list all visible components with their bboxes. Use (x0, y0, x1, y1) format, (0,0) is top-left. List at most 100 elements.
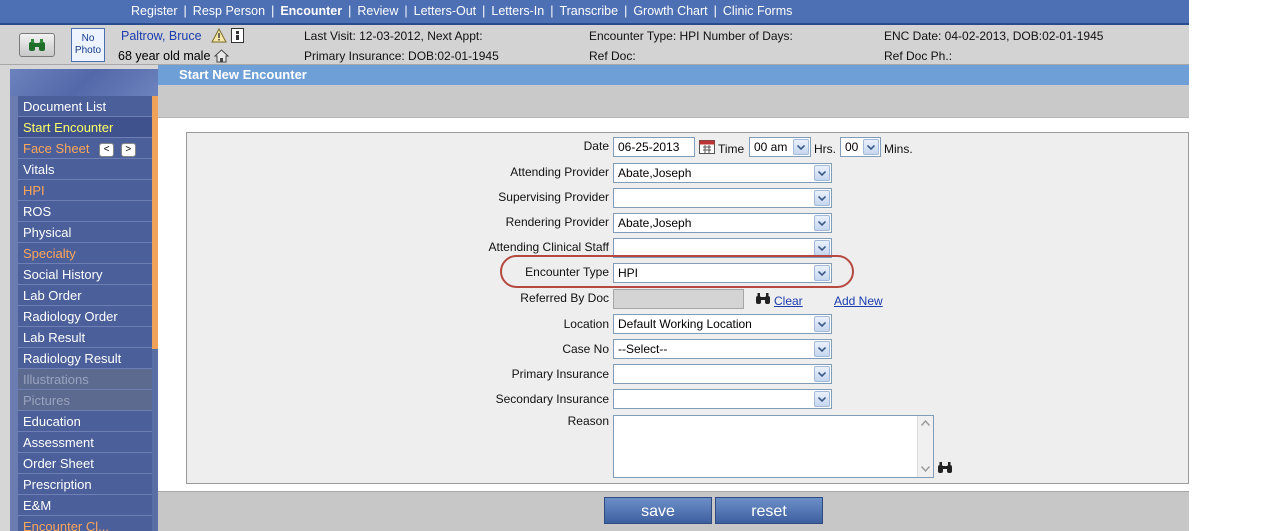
sidebar-item-illustrations: Illustrations (18, 369, 152, 390)
page-title: Start New Encounter (158, 65, 1189, 85)
supervising-provider-select[interactable] (613, 188, 832, 208)
page: Register | Resp Person | Encounter | Review… (0, 0, 1279, 531)
encounter-type-select[interactable]: HPI (613, 263, 832, 283)
reason-textarea[interactable] (613, 415, 934, 478)
patient-name-icons (211, 28, 244, 43)
nav-register[interactable]: Register (131, 4, 178, 18)
chevron-down-icon (814, 190, 830, 206)
nav-letters-in[interactable]: Letters-In (491, 4, 544, 18)
patient-name[interactable]: Paltrow, Bruce (121, 29, 202, 43)
chevron-down-icon (863, 139, 879, 155)
face-sheet-next-button[interactable]: > (120, 142, 136, 157)
hrs-label: Hrs. (814, 142, 836, 156)
case-no-select[interactable]: --Select-- (613, 339, 832, 359)
nav-clinic-forms[interactable]: Clinic Forms (723, 4, 792, 18)
right-blank-area (1189, 0, 1279, 531)
scroll-down-icon[interactable] (921, 466, 930, 472)
location-value: Default Working Location (618, 317, 752, 331)
case-no-label: Case No (562, 342, 609, 356)
nav-resp-person[interactable]: Resp Person (193, 4, 265, 18)
enc-date-text: ENC Date: 04-02-2013, DOB:02-01-1945 (884, 29, 1104, 43)
chevron-down-icon (793, 139, 809, 155)
calendar-icon[interactable] (699, 139, 715, 154)
hours-select-value: 00 am (754, 140, 788, 154)
attending-provider-select[interactable]: Abate,Joseph (613, 163, 832, 183)
chevron-down-icon (814, 391, 830, 407)
attending-staff-label: Attending Clinical Staff (488, 240, 609, 254)
referred-by-field[interactable] (613, 289, 744, 309)
encounter-type-value: HPI (618, 266, 639, 280)
chevron-down-icon (814, 366, 830, 382)
encounter-type-label: Encounter Type (525, 265, 609, 279)
save-button[interactable]: save (604, 497, 712, 524)
sidebar-item-assessment[interactable]: Assessment (18, 432, 152, 453)
sidebar-item-order-sheet[interactable]: Order Sheet (18, 453, 152, 474)
clear-link[interactable]: Clear (774, 294, 803, 308)
time-label: Time (718, 142, 745, 156)
sidebar-item-ros[interactable]: ROS (18, 201, 152, 222)
patient-search-button[interactable] (19, 33, 55, 57)
face-sheet-prev-button[interactable]: < (99, 142, 115, 157)
reset-button[interactable]: reset (715, 497, 823, 524)
date-field[interactable]: 06-25-2013 (613, 137, 695, 157)
sidebar-menu: Document List Start Encounter Face Sheet… (18, 96, 152, 531)
sidebar-item-lab-order[interactable]: Lab Order (18, 285, 152, 306)
last-visit-text: Last Visit: 12-03-2012, Next Appt: (304, 29, 483, 43)
mins-label: Mins. (884, 142, 913, 156)
rendering-provider-label: Rendering Provider (505, 215, 609, 229)
sidebar-item-em[interactable]: E&M (18, 495, 152, 516)
location-label: Location (563, 317, 609, 331)
case-no-value: --Select-- (618, 342, 668, 356)
reason-scrollbar[interactable] (917, 416, 933, 477)
scroll-up-icon[interactable] (921, 420, 930, 426)
sidebar-item-face-sheet[interactable]: Face Sheet < > (18, 138, 152, 159)
sidebar-item-education[interactable]: Education (18, 411, 152, 432)
chevron-down-icon (814, 165, 830, 181)
sidebar-item-start-encounter[interactable]: Start Encounter (18, 117, 152, 138)
chevron-down-icon (814, 240, 830, 256)
nav-growth-chart[interactable]: Growth Chart (633, 4, 707, 18)
home-icon[interactable] (214, 49, 229, 63)
alert-triangle-icon[interactable] (211, 28, 227, 43)
nav-encounter[interactable]: Encounter (280, 4, 342, 18)
ref-doc-text: Ref Doc: (589, 49, 636, 63)
binoculars-icon[interactable] (937, 461, 953, 474)
binoculars-icon[interactable] (755, 292, 771, 305)
sidebar-item-encounter-close[interactable]: Encounter Cl... (18, 516, 152, 531)
info-card-icon[interactable] (231, 28, 244, 43)
primary-insurance-text: Primary Insurance: DOB:02-01-1945 (304, 49, 499, 63)
hours-select[interactable]: 00 am (749, 137, 811, 157)
nav-review[interactable]: Review (357, 4, 398, 18)
sidebar-header-decoration (10, 69, 158, 96)
sidebar-item-social-history[interactable]: Social History (18, 264, 152, 285)
sidebar-item-hpi[interactable]: HPI (18, 180, 152, 201)
add-new-link[interactable]: Add New (834, 294, 883, 308)
sidebar-item-physical[interactable]: Physical (18, 222, 152, 243)
left-sidebar: Document List Start Encounter Face Sheet… (10, 69, 158, 531)
nav-letters-out[interactable]: Letters-Out (414, 4, 477, 18)
primary-insurance-select[interactable] (613, 364, 832, 384)
sidebar-item-vitals[interactable]: Vitals (18, 159, 152, 180)
binoculars-icon (29, 39, 45, 51)
rendering-provider-select[interactable]: Abate,Joseph (613, 213, 832, 233)
sidebar-item-radiology-result[interactable]: Radiology Result (18, 348, 152, 369)
face-sheet-label: Face Sheet (23, 141, 90, 156)
secondary-insurance-select[interactable] (613, 389, 832, 409)
attending-provider-value: Abate,Joseph (618, 166, 692, 180)
nav-transcribe[interactable]: Transcribe (559, 4, 618, 18)
minutes-select[interactable]: 00 (840, 137, 881, 157)
sidebar-item-document-list[interactable]: Document List (18, 96, 152, 117)
referred-by-label: Referred By Doc (520, 291, 609, 305)
sidebar-item-prescription[interactable]: Prescription (18, 474, 152, 495)
sidebar-item-radiology-order[interactable]: Radiology Order (18, 306, 152, 327)
location-select[interactable]: Default Working Location (613, 314, 832, 334)
chevron-down-icon (814, 316, 830, 332)
attending-provider-label: Attending Provider (510, 165, 609, 179)
rendering-provider-value: Abate,Joseph (618, 216, 692, 230)
sidebar-item-specialty[interactable]: Specialty (18, 243, 152, 264)
chevron-down-icon (814, 265, 830, 281)
encounter-type-text: Encounter Type: HPI Number of Days: (589, 29, 793, 43)
sidebar-item-lab-result[interactable]: Lab Result (18, 327, 152, 348)
primary-insurance-label: Primary Insurance (511, 367, 609, 381)
ref-doc-phone-text: Ref Doc Ph.: (884, 49, 953, 63)
